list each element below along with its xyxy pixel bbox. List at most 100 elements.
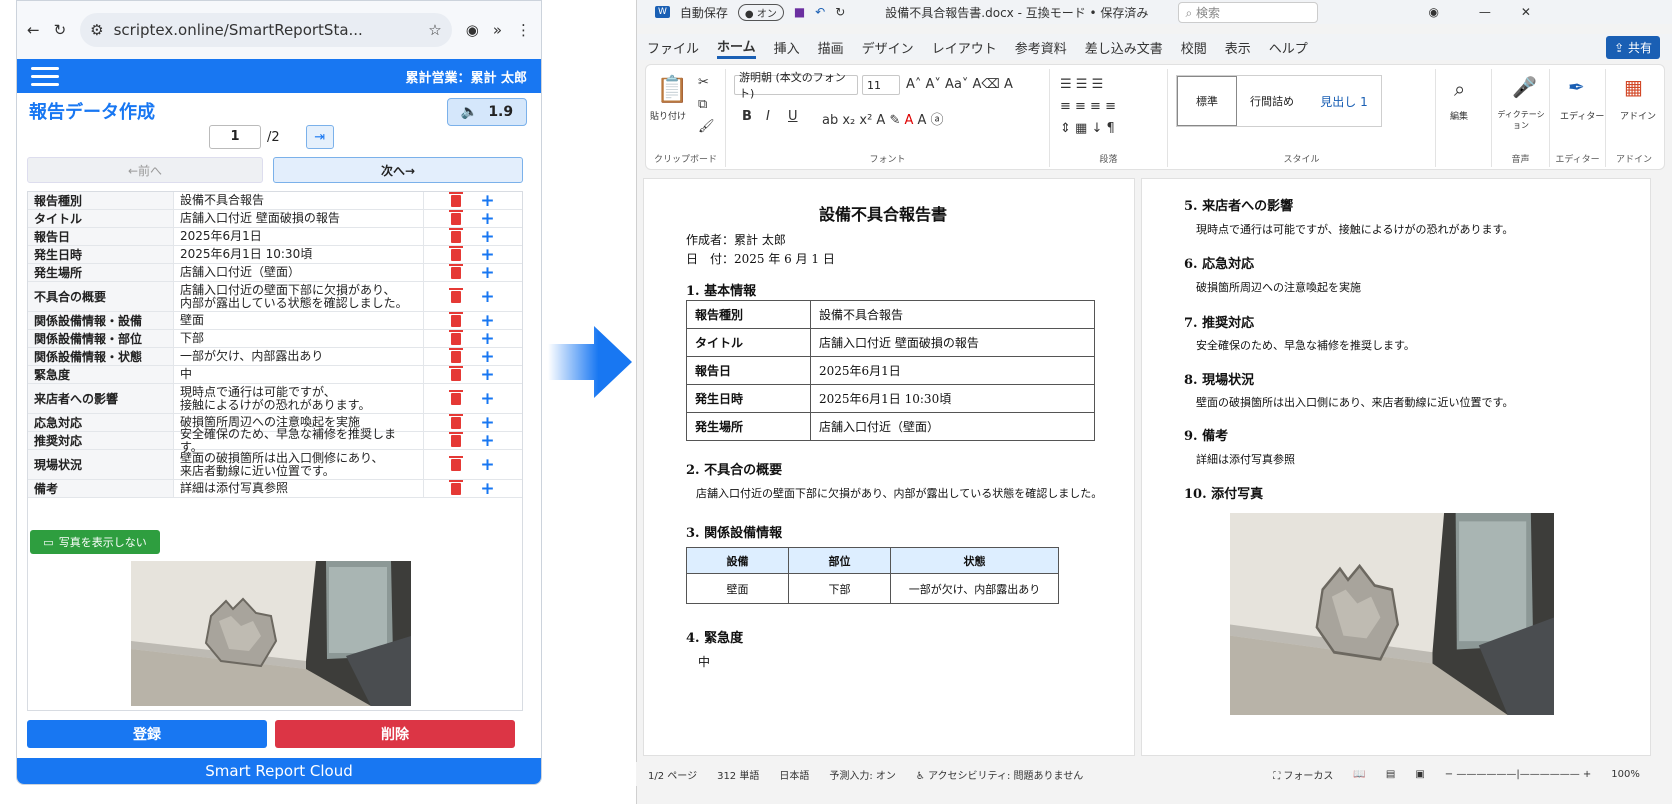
cut-icon[interactable]: ✂ bbox=[698, 75, 709, 90]
register-button[interactable]: 登録 bbox=[27, 720, 267, 748]
editor-label[interactable]: エディター bbox=[1560, 109, 1604, 122]
star-icon[interactable]: ☆ bbox=[428, 21, 441, 39]
plus-icon[interactable]: + bbox=[480, 456, 494, 473]
next-button[interactable]: 次へ→ bbox=[273, 157, 523, 183]
editor-icon[interactable]: ✒ bbox=[1568, 75, 1585, 99]
ribbon-tab[interactable]: 挿入 bbox=[774, 38, 800, 57]
plus-icon[interactable]: + bbox=[480, 432, 494, 449]
read-mode-icon[interactable]: 📖 bbox=[1353, 769, 1365, 780]
ribbon-tab[interactable]: ホーム bbox=[717, 36, 756, 59]
form-field-value[interactable]: 壁面の破損箇所は出入口側修にあり、 来店者動線に近い位置です。 bbox=[174, 450, 424, 479]
form-field-value[interactable]: 詳細は添付写真参照 bbox=[174, 480, 424, 497]
trash-icon[interactable] bbox=[449, 192, 464, 207]
status-accessibility[interactable]: ♿ アクセシビリティ: 問題ありません bbox=[916, 767, 1083, 782]
plus-icon[interactable]: + bbox=[480, 192, 494, 209]
trash-icon[interactable] bbox=[449, 455, 464, 471]
ribbon-tab[interactable]: 差し込み文書 bbox=[1085, 38, 1163, 57]
speech-speed-button[interactable]: 🔈 1.9 bbox=[447, 98, 527, 126]
form-field-value[interactable]: 店舗入口付近 壁面破損の報告 bbox=[174, 210, 424, 227]
trash-icon[interactable] bbox=[449, 431, 464, 447]
kebab-menu-icon[interactable]: ⋮ bbox=[516, 21, 531, 39]
spacing-icons[interactable]: ⇕ ▦ ↓ ¶ bbox=[1060, 121, 1115, 136]
form-field-value[interactable]: 2025年6月1日 bbox=[174, 228, 424, 245]
plus-icon[interactable]: + bbox=[480, 330, 494, 347]
trash-icon[interactable] bbox=[449, 245, 464, 261]
form-field-value[interactable]: 下部 bbox=[174, 330, 424, 347]
site-info-icon[interactable]: ⚙ bbox=[90, 21, 103, 39]
form-field-value[interactable]: 中 bbox=[174, 366, 424, 383]
search-box[interactable]: ⌕ 検索 bbox=[1178, 1, 1319, 23]
address-bar[interactable]: ⚙ scriptex.online/SmartReportSta... ☆ bbox=[80, 13, 452, 47]
dictate-label[interactable]: ディクテーション bbox=[1496, 109, 1546, 131]
ribbon-tab[interactable]: 参考資料 bbox=[1015, 38, 1067, 57]
ribbon-tab[interactable]: 表示 bbox=[1225, 38, 1251, 57]
plus-icon[interactable]: + bbox=[480, 210, 494, 227]
ribbon-tab[interactable]: レイアウト bbox=[932, 38, 997, 57]
prev-button[interactable]: ←前へ bbox=[27, 157, 263, 183]
document-page-2[interactable]: 5. 来店者への影響 現時点で通行は可能ですが、接触によるけがの恐れがあります。… bbox=[1141, 178, 1651, 756]
redo-icon[interactable]: ↻ bbox=[835, 5, 845, 19]
zoom-level[interactable]: 100% bbox=[1611, 769, 1640, 780]
copy-icon[interactable]: ⧉ bbox=[698, 97, 707, 112]
ribbon-tab[interactable]: ファイル bbox=[647, 38, 699, 57]
trash-icon[interactable] bbox=[449, 311, 464, 327]
bold-icon[interactable]: B bbox=[742, 109, 752, 124]
go-page-icon[interactable]: ⇥ bbox=[305, 125, 334, 149]
format-icons[interactable]: ab x₂ x² A ✎ A A ⓐ bbox=[822, 109, 944, 128]
trash-icon[interactable] bbox=[449, 209, 464, 225]
web-layout-icon[interactable]: ▣ bbox=[1415, 769, 1424, 780]
print-layout-icon[interactable]: ▤ bbox=[1386, 769, 1395, 780]
trash-icon[interactable] bbox=[449, 347, 464, 363]
delete-button[interactable]: 削除 bbox=[275, 720, 515, 748]
trash-icon[interactable] bbox=[449, 287, 464, 303]
undo-icon[interactable]: ↶ bbox=[815, 5, 825, 19]
reload-icon[interactable]: ↻ bbox=[54, 21, 67, 39]
plus-icon[interactable]: + bbox=[480, 390, 494, 407]
avatar[interactable]: ◉ bbox=[1428, 5, 1438, 19]
autosave-toggle[interactable]: ● オン bbox=[737, 3, 784, 21]
trash-icon[interactable] bbox=[449, 263, 464, 279]
find-icon[interactable]: ⌕ bbox=[1454, 77, 1465, 101]
font-size-select[interactable]: 11 bbox=[862, 75, 900, 95]
zoom-slider[interactable]: − ——————|—————— + bbox=[1445, 769, 1591, 780]
more-tabs-icon[interactable]: » bbox=[493, 21, 502, 39]
trash-icon[interactable] bbox=[449, 329, 464, 345]
form-field-value[interactable]: 一部が欠け、内部露出あり bbox=[174, 348, 424, 365]
save-icon[interactable]: ■ bbox=[794, 5, 805, 19]
form-field-value[interactable]: 設備不具合報告 bbox=[174, 192, 424, 209]
hamburger-menu-icon[interactable] bbox=[31, 66, 59, 86]
form-field-value[interactable]: 壁面 bbox=[174, 312, 424, 329]
trash-icon[interactable] bbox=[449, 365, 464, 381]
ribbon-tab[interactable]: 校閲 bbox=[1181, 38, 1207, 57]
paste-icon[interactable]: 📋 bbox=[656, 75, 688, 105]
plus-icon[interactable]: + bbox=[480, 366, 494, 383]
style-heading1[interactable]: 見出し 1 bbox=[1307, 76, 1381, 126]
plus-icon[interactable]: + bbox=[480, 414, 494, 431]
edit-label[interactable]: 編集 bbox=[1450, 109, 1468, 122]
plus-icon[interactable]: + bbox=[480, 348, 494, 365]
minimize-icon[interactable]: — bbox=[1479, 5, 1491, 19]
back-icon[interactable]: ← bbox=[27, 21, 40, 39]
form-field-value[interactable]: 店舗入口付近（壁面） bbox=[174, 264, 424, 281]
page-number-input[interactable]: 1 bbox=[209, 125, 261, 149]
ribbon-tab[interactable]: デザイン bbox=[862, 38, 914, 57]
addin-label[interactable]: アドイン bbox=[1620, 109, 1656, 122]
plus-icon[interactable]: + bbox=[480, 288, 494, 305]
underline-icon[interactable]: U bbox=[788, 109, 798, 124]
plus-icon[interactable]: + bbox=[480, 228, 494, 245]
status-words[interactable]: 312 単語 bbox=[717, 767, 759, 782]
hide-photo-button[interactable]: ▭ 写真を表示しない bbox=[30, 530, 160, 554]
plus-icon[interactable]: + bbox=[480, 264, 494, 281]
form-field-value[interactable]: 安全確保のため、早急な補修を推奨します。 bbox=[174, 427, 424, 453]
share-button[interactable]: ⇪ 共有 bbox=[1606, 35, 1660, 59]
ribbon-tab[interactable]: ヘルプ bbox=[1269, 38, 1308, 57]
list-icons[interactable]: ☰ ☰ ☰ bbox=[1060, 77, 1103, 92]
form-field-value[interactable]: 2025年6月1日 10:30頃 bbox=[174, 246, 424, 263]
align-icons[interactable]: ≡ ≡ ≡ ≡ bbox=[1060, 99, 1116, 114]
italic-icon[interactable]: I bbox=[766, 109, 770, 124]
status-predict[interactable]: 予測入力: オン bbox=[829, 767, 896, 782]
style-no-spacing[interactable]: 行間詰め bbox=[1237, 76, 1307, 126]
document-page-1[interactable]: 設備不具合報告書 作成者：累計 太郎 日 付：2025 年 6 月 1 日 1.… bbox=[643, 178, 1135, 756]
status-page[interactable]: 1/2 ページ bbox=[648, 767, 697, 782]
plus-icon[interactable]: + bbox=[480, 246, 494, 263]
